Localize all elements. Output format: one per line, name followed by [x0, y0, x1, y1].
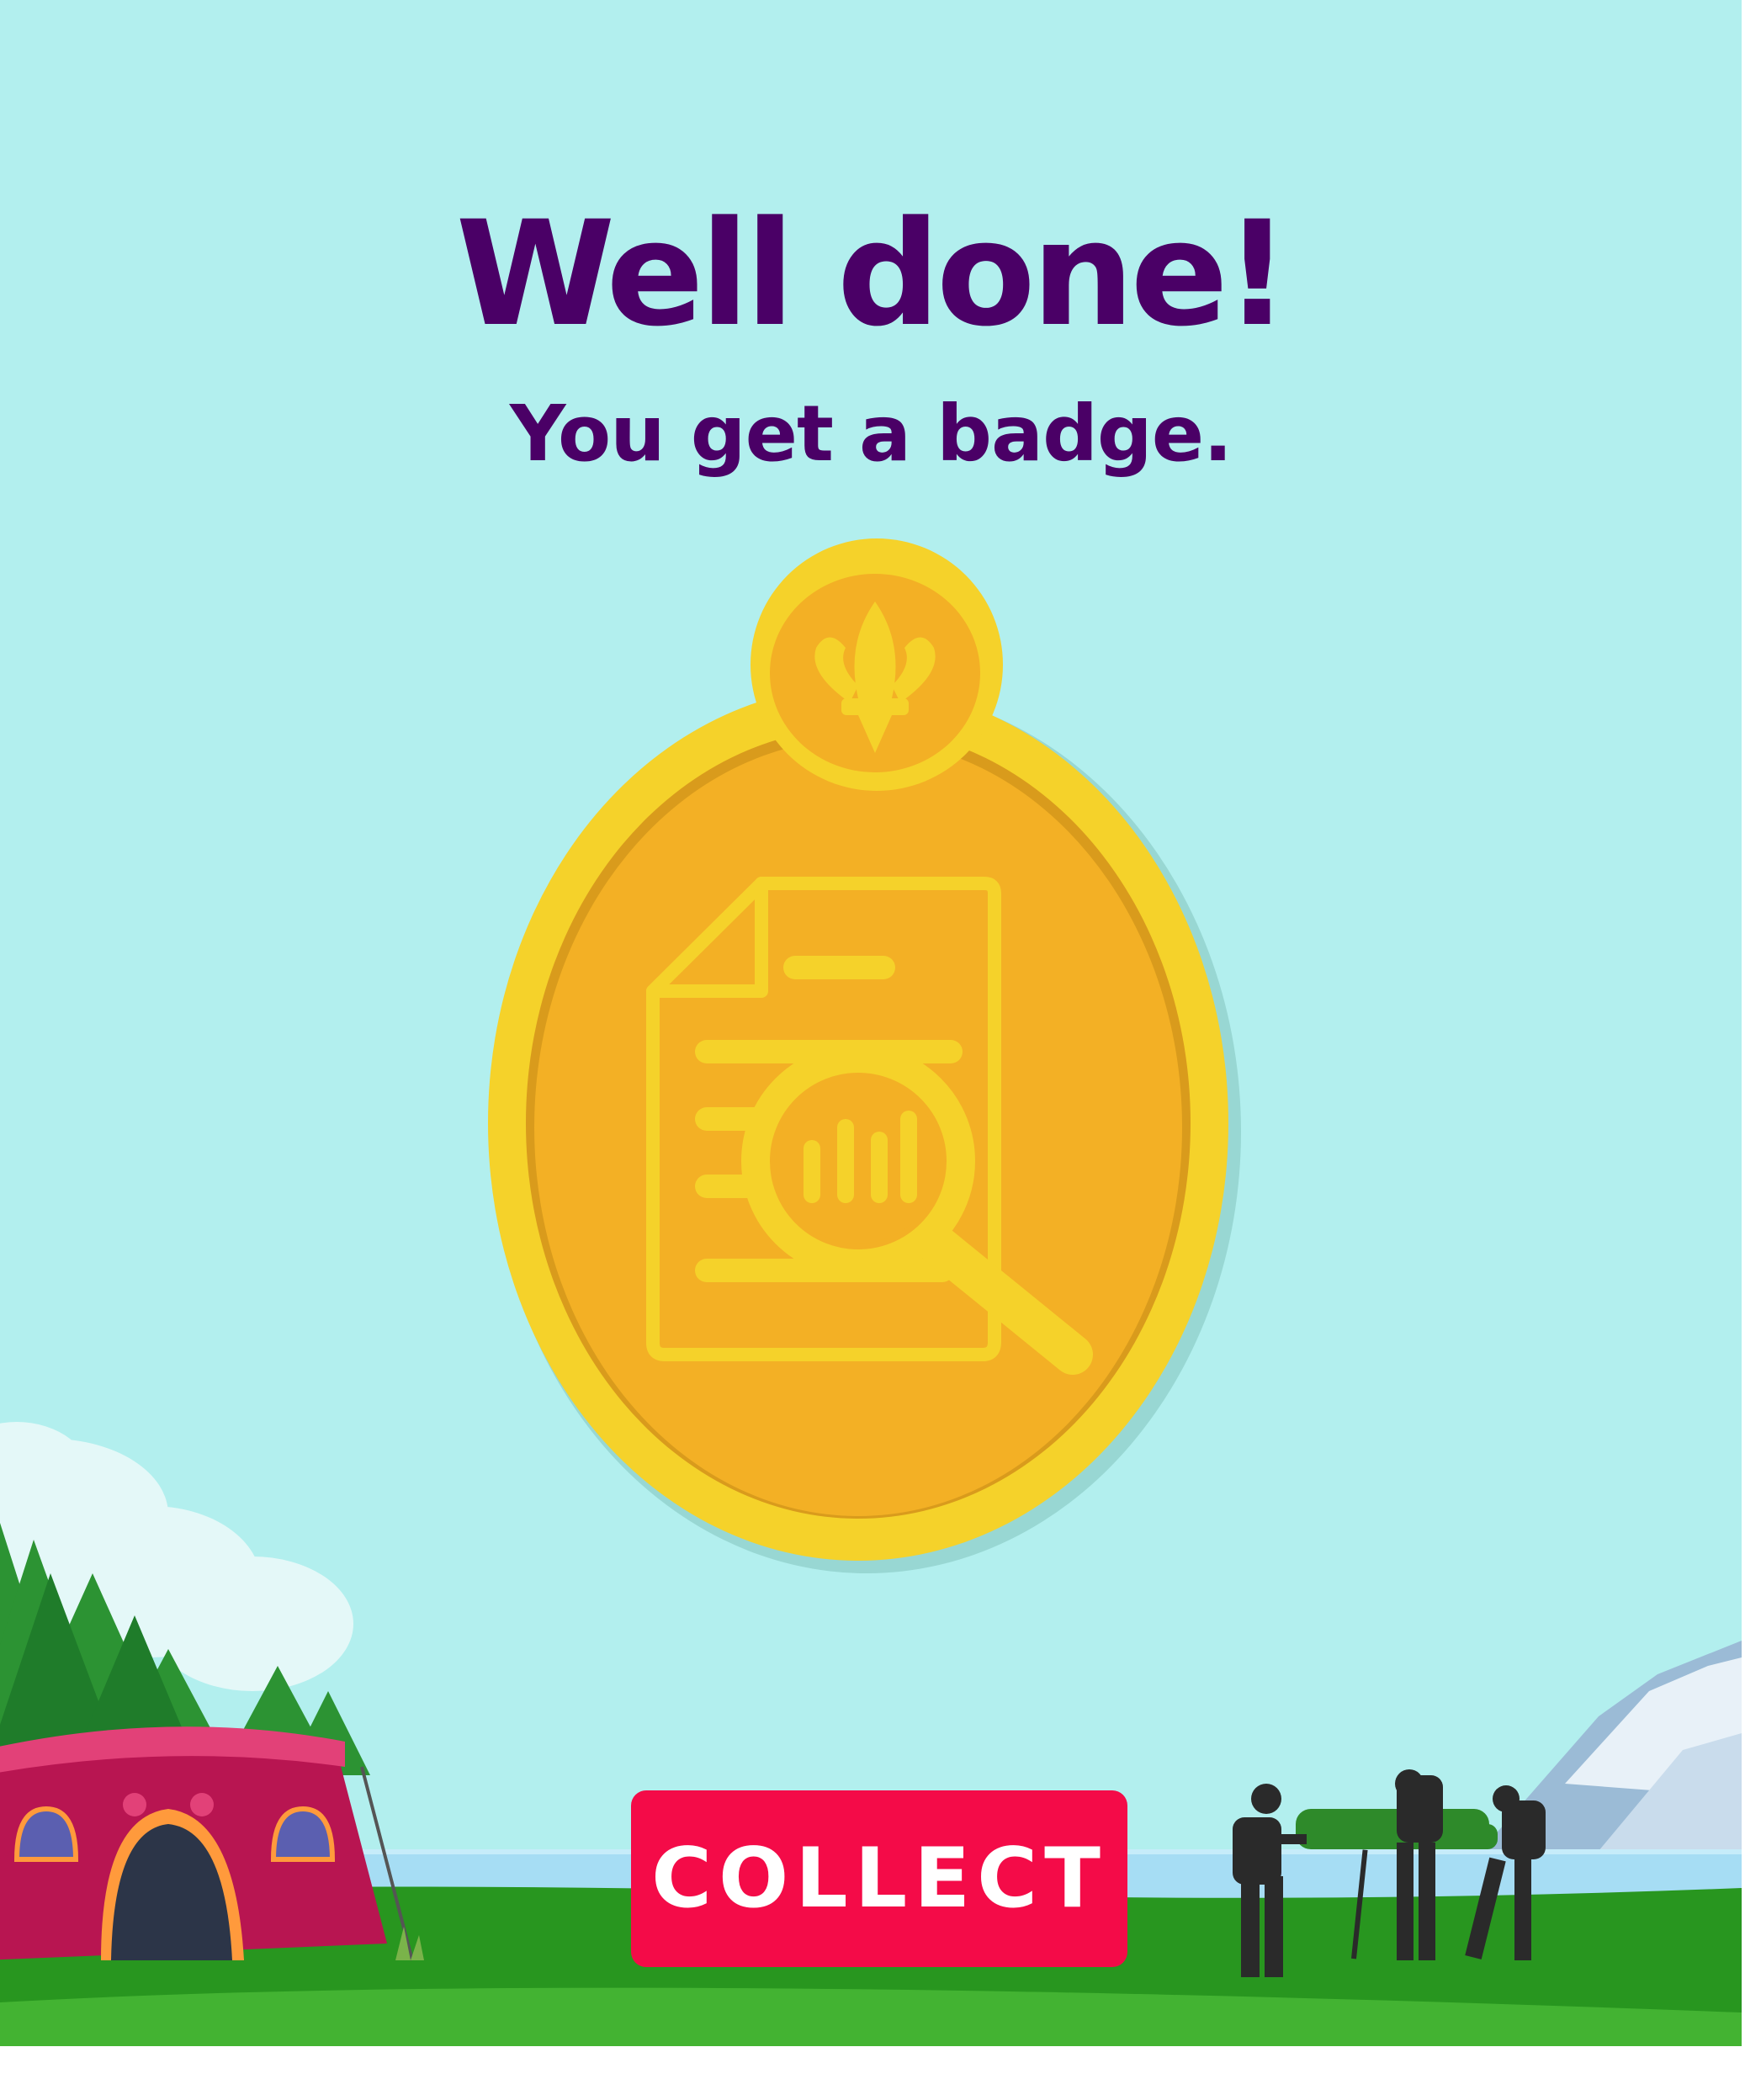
subline: You get a badge.: [509, 389, 1233, 479]
badge-award-screen: Well done! You get a badge. COLLECT: [0, 0, 1742, 2046]
collect-button[interactable]: COLLECT: [631, 1790, 1127, 1967]
badge-emblem: [751, 538, 1003, 791]
headline: Well done!: [455, 189, 1291, 358]
